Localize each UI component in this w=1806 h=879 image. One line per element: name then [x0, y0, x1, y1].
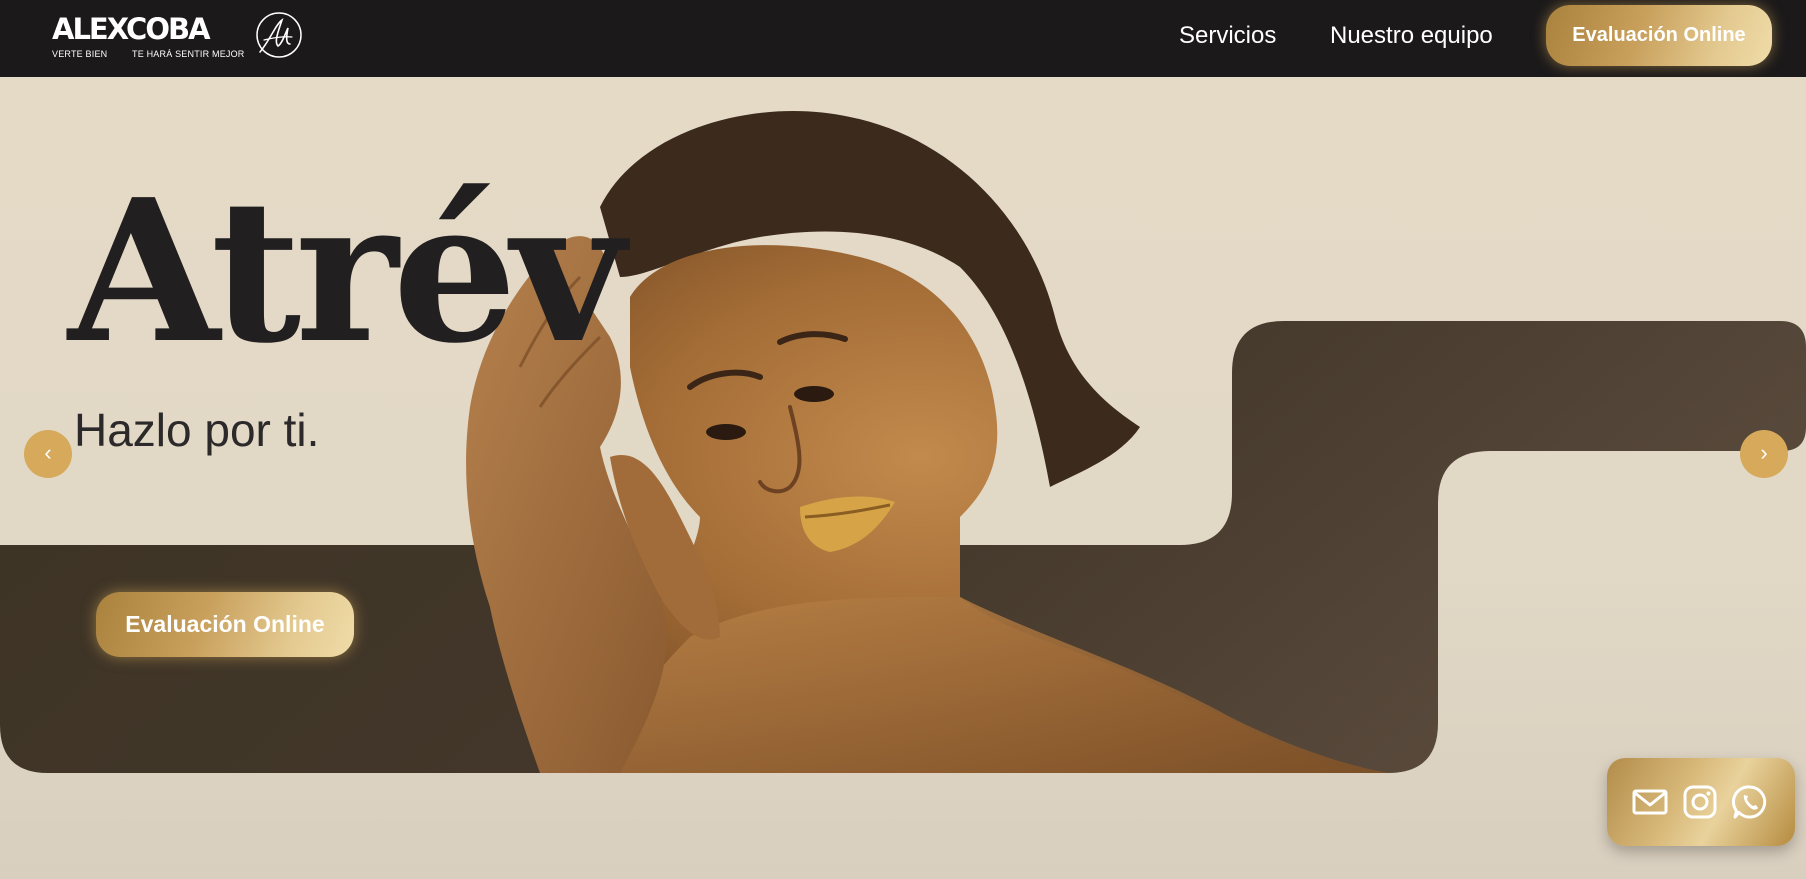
- header-evaluacion-online-button[interactable]: Evaluación Online: [1546, 5, 1772, 66]
- logo-wordmark: ALEXCOBA: [52, 12, 211, 46]
- nav-link-nuestro-equipo[interactable]: Nuestro equipo: [1330, 19, 1493, 53]
- hero-evaluacion-online-button[interactable]: Evaluación Online: [96, 592, 354, 657]
- portrait-left-eye: [706, 424, 746, 440]
- ac-monogram-icon: [256, 12, 302, 58]
- top-navigation-bar: ALEXCOBA VERTE BIEN TE HARÁ SENTIR MEJOR…: [0, 0, 1806, 77]
- whatsapp-icon[interactable]: [1731, 783, 1769, 821]
- logo-tagline-left: VERTE BIEN: [52, 49, 108, 59]
- hero-slider: Atrév Hazlo por ti. Evaluación Online ‹ …: [0, 77, 1806, 879]
- portrait-right-eye: [794, 386, 834, 402]
- logo-tagline-right: TE HARÁ SENTIR MEJOR: [132, 49, 245, 59]
- nav-link-servicios[interactable]: Servicios: [1179, 19, 1276, 53]
- hero-subheadline: Hazlo por ti.: [74, 404, 320, 456]
- instagram-icon[interactable]: [1681, 783, 1719, 821]
- hero-headline: Atrév: [68, 157, 625, 387]
- floating-contact-widget: [1607, 758, 1795, 846]
- slider-prev-button[interactable]: ‹: [24, 430, 72, 478]
- slider-next-button[interactable]: ›: [1740, 430, 1788, 478]
- site-logo[interactable]: ALEXCOBA VERTE BIEN TE HARÁ SENTIR MEJOR: [52, 10, 312, 66]
- mail-icon[interactable]: [1631, 783, 1669, 821]
